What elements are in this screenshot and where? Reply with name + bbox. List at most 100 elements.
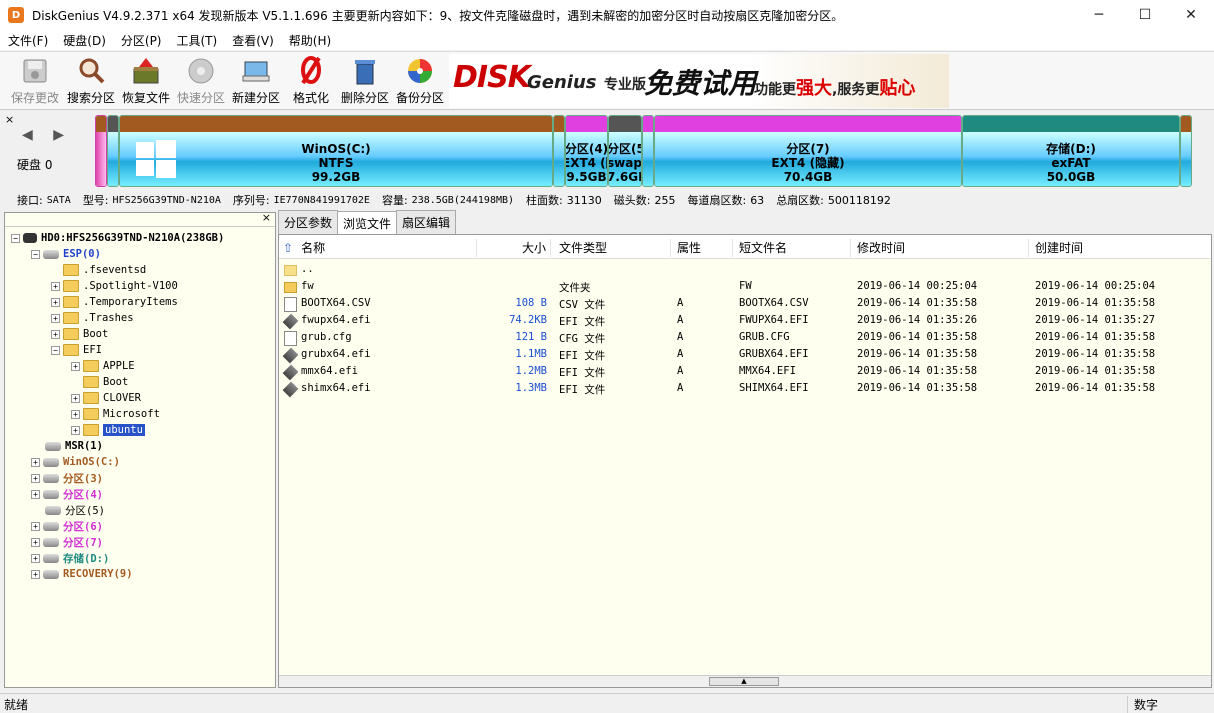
expand-icon[interactable]: +	[51, 297, 60, 307]
file-list-header: ⇧ 名称 大小 文件类型 属性 短文件名 修改时间 创建时间	[279, 235, 1211, 259]
expand-icon[interactable]: +	[71, 361, 80, 371]
save-changes-button[interactable]: 保存更改	[10, 55, 60, 109]
partition-block-4[interactable]: 分区(4) EXT4 (隐藏) 9.5GB	[565, 115, 608, 187]
partition-block-6[interactable]	[642, 115, 654, 187]
file-row-fwupx64-efi[interactable]: fwupx64.efi 74.2KB EFI 文件 A FWUPX64.EFI …	[279, 312, 1211, 330]
up-directory-icon[interactable]: ⇧	[283, 241, 293, 255]
column-size[interactable]: 大小	[477, 239, 551, 257]
expand-icon[interactable]: +	[31, 537, 40, 547]
expand-icon[interactable]: +	[71, 393, 80, 403]
column-modified[interactable]: 修改时间	[857, 239, 1029, 257]
menu-help[interactable]: 帮助(H)	[281, 32, 338, 49]
column-type[interactable]: 文件类型	[559, 239, 671, 257]
column-created[interactable]: 创建时间	[1035, 239, 1211, 257]
menu-partition[interactable]: 分区(P)	[113, 32, 169, 49]
folder-icon	[63, 280, 79, 292]
partition-block-msr[interactable]	[107, 115, 119, 187]
format-label: 格式化	[292, 91, 329, 105]
recover-files-button[interactable]: 恢复文件	[121, 55, 171, 109]
horizontal-scrollbar[interactable]: ▲	[279, 675, 1211, 687]
delete-partition-button[interactable]: 删除分区	[340, 55, 390, 109]
tree-folder-spotlight[interactable]: + .Spotlight-V100	[51, 278, 178, 294]
tab-browse-files[interactable]: 浏览文件	[337, 211, 398, 235]
partition-block-7[interactable]: 分区(7) EXT4 (隐藏) 70.4GB	[654, 115, 962, 187]
tree-close-icon[interactable]: ×	[262, 213, 271, 224]
expand-icon[interactable]: +	[31, 489, 40, 499]
partition-winos-size: 99.2GB	[311, 170, 361, 184]
partition-block-3[interactable]	[553, 115, 565, 187]
menu-disk[interactable]: 硬盘(D)	[55, 32, 113, 49]
file-row-bootx64-csv[interactable]: BOOTX64.CSV 108 B CSV 文件 A BOOTX64.CSV 2…	[279, 295, 1211, 312]
tree-partition-winos[interactable]: + WinOS(C:)	[31, 454, 120, 470]
tree-folder-ubuntu[interactable]: + ubuntu	[71, 422, 145, 438]
partition-block-5[interactable]: 分区(5) swap partition 7.6GB	[608, 115, 642, 187]
tree-partition-7[interactable]: + 分区(7)	[31, 534, 103, 550]
collapse-icon[interactable]: −	[11, 233, 20, 243]
collapse-icon[interactable]: −	[31, 249, 40, 259]
tree-folder-efi[interactable]: − EFI	[51, 342, 102, 358]
close-button[interactable]: ✕	[1168, 0, 1214, 30]
disk-nav-arrows-icon[interactable]: ◀ ▶	[22, 127, 72, 143]
new-partition-button[interactable]: 新建分区	[231, 55, 281, 109]
column-name[interactable]: ⇧ 名称	[283, 239, 477, 257]
folder-icon	[83, 376, 99, 388]
column-short-name[interactable]: 短文件名	[739, 239, 851, 257]
expand-icon[interactable]: +	[51, 329, 60, 339]
tree-folder-fseventsd[interactable]: .fseventsd	[63, 262, 146, 278]
tree-folder-clover[interactable]: + CLOVER	[71, 390, 141, 406]
file-row-fw[interactable]: fw 文件夹 FW 2019-06-14 00:25:04 2019-06-14…	[279, 278, 1211, 295]
expand-icon[interactable]: +	[71, 409, 80, 419]
expand-icon[interactable]: +	[51, 313, 60, 323]
expand-icon[interactable]: +	[31, 553, 40, 563]
status-text: 就绪	[4, 698, 29, 712]
file-row-parent[interactable]: ..	[279, 261, 1211, 278]
tree-partition-4[interactable]: + 分区(4)	[31, 486, 103, 502]
backup-partition-button[interactable]: 备份分区	[395, 55, 445, 109]
expand-icon[interactable]: +	[31, 457, 40, 467]
partition-block-recovery[interactable]	[1180, 115, 1192, 187]
tree-partition-3[interactable]: + 分区(3)	[31, 470, 103, 486]
file-row-grubx64-efi[interactable]: grubx64.efi 1.1MB EFI 文件 A GRUBX64.EFI 2…	[279, 346, 1211, 364]
tree-partition-storage[interactable]: + 存储(D:)	[31, 550, 109, 566]
tree-partition-recovery[interactable]: + RECOVERY(9)	[31, 566, 133, 582]
collapse-icon[interactable]: −	[51, 345, 60, 355]
menu-view[interactable]: 查看(V)	[224, 32, 281, 49]
tree-partition-msr[interactable]: MSR(1)	[45, 438, 103, 454]
tree-folder-microsoft[interactable]: + Microsoft	[71, 406, 160, 422]
tree-esp[interactable]: − ESP(0)	[31, 246, 101, 262]
scrollbar-thumb-icon[interactable]: ▲	[709, 677, 779, 686]
format-icon	[295, 55, 327, 87]
file-row-shimx64-efi[interactable]: shimx64.efi 1.3MB EFI 文件 A SHIMX64.EFI 2…	[279, 380, 1211, 398]
tree-root-disk[interactable]: − HD0:HFS256G39TND-N210A(238GB)	[11, 230, 224, 246]
partition-block-winos[interactable]: WinOS(C:) NTFS 99.2GB	[119, 115, 553, 187]
promo-banner[interactable]: DISK Genius 专业版 免费试用 功能更强大,服务更贴心	[449, 54, 949, 108]
disk-map-close-icon[interactable]: ×	[5, 113, 14, 126]
file-row-mmx64-efi[interactable]: mmx64.efi 1.2MB EFI 文件 A MMX64.EFI 2019-…	[279, 363, 1211, 381]
tree-folder-efi-boot[interactable]: Boot	[83, 374, 128, 390]
minimize-button[interactable]: ─	[1076, 0, 1122, 30]
tab-sector-editor[interactable]: 扇区编辑	[396, 210, 457, 234]
search-partition-button[interactable]: 搜索分区	[66, 55, 116, 109]
file-row-grub-cfg[interactable]: grub.cfg 121 B CFG 文件 A GRUB.CFG 2019-06…	[279, 329, 1211, 346]
banner-promo: 免费试用	[644, 67, 757, 100]
tree-partition-5[interactable]: 分区(5)	[45, 502, 105, 518]
tree-folder-boot[interactable]: + Boot	[51, 326, 108, 342]
column-attr[interactable]: 属性	[677, 239, 733, 257]
tree-folder-temporaryitems[interactable]: + .TemporaryItems	[51, 294, 178, 310]
expand-icon[interactable]: +	[31, 521, 40, 531]
expand-icon[interactable]: +	[31, 473, 40, 483]
partition-block-esp[interactable]	[95, 115, 107, 187]
quick-partition-button[interactable]: 快速分区	[176, 55, 226, 109]
tab-partition-params[interactable]: 分区参数	[278, 210, 339, 234]
maximize-button[interactable]: ☐	[1122, 0, 1168, 30]
partition-block-storage[interactable]: 存储(D:) exFAT 50.0GB	[962, 115, 1180, 187]
expand-icon[interactable]: +	[51, 281, 60, 291]
menu-tools[interactable]: 工具(T)	[169, 32, 225, 49]
tree-folder-apple[interactable]: + APPLE	[71, 358, 135, 374]
format-button[interactable]: 格式化	[287, 55, 335, 109]
menu-file[interactable]: 文件(F)	[0, 32, 55, 49]
expand-icon[interactable]: +	[71, 425, 80, 435]
tree-folder-trashes[interactable]: + .Trashes	[51, 310, 134, 326]
expand-icon[interactable]: +	[31, 569, 40, 579]
tree-partition-6[interactable]: + 分区(6)	[31, 518, 103, 534]
